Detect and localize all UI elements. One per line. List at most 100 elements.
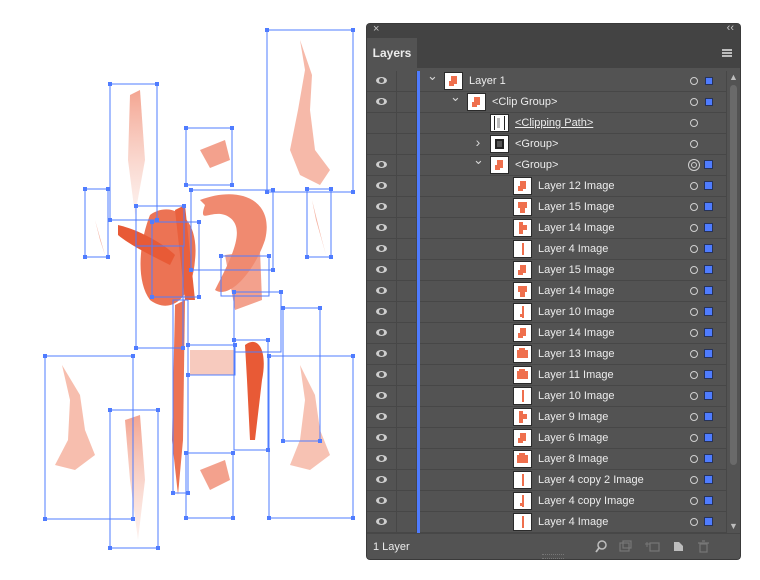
delete-icon[interactable] — [697, 540, 710, 553]
layer-name[interactable]: Layer 8 Image — [538, 449, 608, 469]
layer-row[interactable]: Layer 11 Image — [367, 365, 726, 386]
layer-name[interactable]: Layer 14 Image — [538, 323, 614, 343]
chevron-down-icon[interactable]: ⌄ — [427, 71, 438, 82]
layer-row[interactable]: Layer 15 Image — [367, 260, 726, 281]
visibility-toggle[interactable] — [367, 218, 397, 238]
layer-row[interactable]: <Clipping Path> — [367, 113, 726, 134]
layer-row[interactable]: Layer 10 Image — [367, 386, 726, 407]
layer-row[interactable]: Layer 6 Image — [367, 428, 726, 449]
lock-toggle[interactable] — [397, 218, 417, 238]
layer-name[interactable]: Layer 13 Image — [538, 344, 614, 364]
selection-indicator[interactable] — [705, 518, 712, 525]
layer-name[interactable]: Layer 10 Image — [538, 302, 614, 322]
layer-name[interactable]: <Clip Group> — [492, 92, 557, 112]
layer-row[interactable]: Layer 4 Image — [367, 512, 726, 533]
selection-indicator[interactable] — [705, 308, 712, 315]
target-icon[interactable] — [690, 350, 698, 358]
layer-name[interactable]: Layer 15 Image — [538, 197, 614, 217]
selection-indicator[interactable] — [705, 287, 712, 294]
layer-row[interactable]: Layer 4 Image — [367, 239, 726, 260]
target-icon[interactable] — [690, 455, 698, 463]
layer-name[interactable]: Layer 4 copy Image — [538, 491, 635, 511]
layer-name[interactable]: Layer 14 Image — [538, 218, 614, 238]
target-icon[interactable] — [690, 245, 698, 253]
lock-toggle[interactable] — [397, 365, 417, 385]
layers-scrollbar[interactable]: ▲ ▼ — [726, 71, 740, 533]
layer-row[interactable]: Layer 9 Image — [367, 407, 726, 428]
selection-indicator[interactable] — [706, 78, 712, 84]
scroll-up-icon[interactable]: ▲ — [729, 72, 738, 82]
layer-row[interactable]: Layer 15 Image — [367, 197, 726, 218]
lock-toggle[interactable] — [397, 92, 417, 112]
layer-name[interactable]: Layer 12 Image — [538, 176, 614, 196]
chevron-down-icon[interactable]: ⌄ — [450, 90, 461, 103]
lock-toggle[interactable] — [397, 323, 417, 343]
visibility-toggle[interactable] — [367, 197, 397, 217]
selection-indicator[interactable] — [705, 329, 712, 336]
target-icon[interactable] — [690, 434, 698, 442]
panel-resize-grip[interactable] — [542, 554, 564, 559]
layer-name[interactable]: Layer 1 — [469, 71, 506, 91]
layer-name[interactable]: Layer 15 Image — [538, 260, 614, 280]
lock-toggle[interactable] — [397, 71, 417, 91]
scroll-down-icon[interactable]: ▼ — [729, 521, 738, 531]
chevron-right-icon[interactable]: › — [473, 135, 483, 149]
lock-toggle[interactable] — [397, 344, 417, 364]
layer-name[interactable]: <Group> — [515, 134, 558, 154]
layer-name[interactable]: Layer 10 Image — [538, 386, 614, 406]
selection-indicator[interactable] — [705, 161, 712, 168]
target-icon[interactable] — [690, 476, 698, 484]
layer-row[interactable]: ⌄ Layer 1 — [367, 71, 726, 92]
selection-indicator[interactable] — [705, 434, 712, 441]
selection-indicator[interactable] — [705, 266, 712, 273]
layer-name[interactable]: <Clipping Path> — [515, 113, 593, 133]
lock-toggle[interactable] — [397, 449, 417, 469]
selection-indicator[interactable] — [705, 413, 712, 420]
create-sublayer-icon[interactable] — [645, 540, 660, 553]
visibility-toggle[interactable] — [367, 260, 397, 280]
lock-toggle[interactable] — [397, 386, 417, 406]
lock-toggle[interactable] — [397, 155, 417, 175]
target-icon[interactable] — [690, 224, 698, 232]
visibility-toggle[interactable] — [367, 71, 397, 91]
selection-indicator[interactable] — [705, 350, 712, 357]
lock-toggle[interactable] — [397, 260, 417, 280]
visibility-toggle[interactable] — [367, 449, 397, 469]
selection-indicator[interactable] — [705, 224, 712, 231]
lock-toggle[interactable] — [397, 197, 417, 217]
visibility-toggle[interactable] — [367, 512, 397, 532]
selection-indicator[interactable] — [705, 203, 712, 210]
visibility-toggle[interactable] — [367, 134, 397, 154]
layer-name[interactable]: Layer 6 Image — [538, 428, 608, 448]
lock-toggle[interactable] — [397, 491, 417, 511]
target-icon[interactable] — [690, 413, 698, 421]
target-icon[interactable] — [690, 518, 698, 526]
lock-toggle[interactable] — [397, 281, 417, 301]
visibility-toggle[interactable] — [367, 344, 397, 364]
visibility-toggle[interactable] — [367, 407, 397, 427]
layer-row[interactable]: Layer 4 copy Image — [367, 491, 726, 512]
tab-layers[interactable]: Layers — [367, 38, 417, 68]
make-clipping-mask-icon[interactable] — [619, 540, 632, 553]
layer-row[interactable]: ⌄ <Group> — [367, 153, 726, 176]
target-icon[interactable] — [690, 497, 698, 505]
layer-name[interactable]: Layer 14 Image — [538, 281, 614, 301]
chevron-down-icon[interactable]: ⌄ — [473, 153, 484, 166]
selection-indicator[interactable] — [705, 476, 712, 483]
layer-row[interactable]: Layer 8 Image — [367, 449, 726, 470]
layer-row[interactable]: › <Group> — [367, 134, 726, 155]
layer-row[interactable]: Layer 14 Image — [367, 281, 726, 302]
collapse-panel-button[interactable]: ‹‹ — [727, 24, 734, 34]
visibility-toggle[interactable] — [367, 491, 397, 511]
target-icon[interactable] — [690, 287, 698, 295]
visibility-toggle[interactable] — [367, 176, 397, 196]
lock-toggle[interactable] — [397, 407, 417, 427]
target-icon[interactable] — [690, 329, 698, 337]
lock-toggle[interactable] — [397, 134, 417, 154]
target-icon[interactable] — [690, 266, 698, 274]
visibility-toggle[interactable] — [367, 92, 397, 112]
lock-toggle[interactable] — [397, 470, 417, 490]
target-icon[interactable] — [690, 119, 698, 127]
close-panel-button[interactable]: × — [373, 24, 379, 35]
selection-indicator[interactable] — [705, 371, 712, 378]
